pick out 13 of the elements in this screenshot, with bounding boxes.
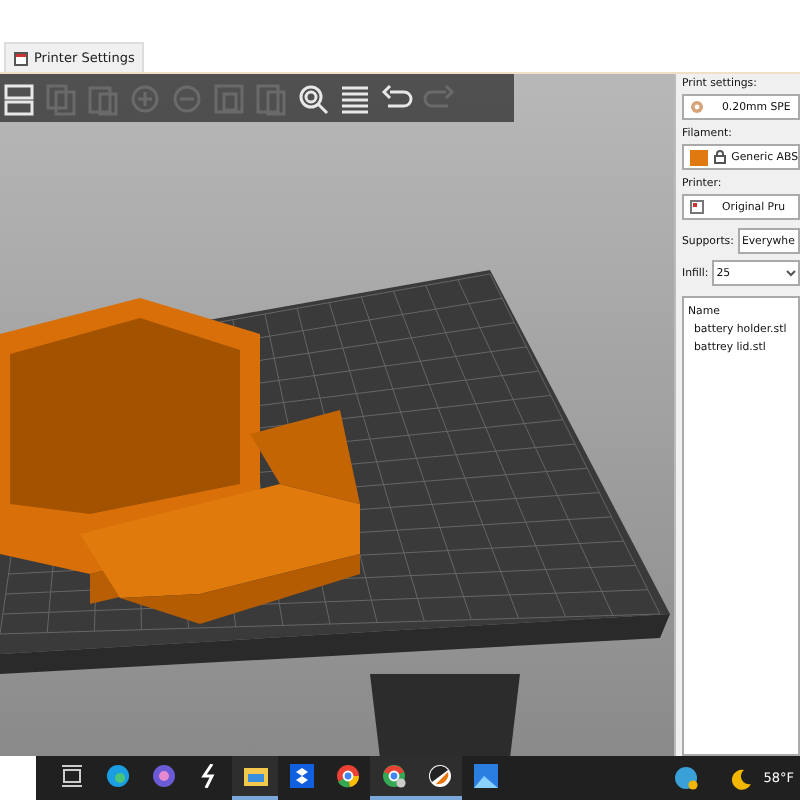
arrange-icon[interactable] [2,81,36,115]
moon-icon [729,767,752,789]
folder-icon [243,764,267,788]
photos-icon [473,764,497,788]
chevron-icon [786,269,796,277]
task-view-icon [59,764,83,788]
lock-icon [713,150,726,164]
taskbar-app[interactable] [232,756,278,800]
zoom-icon[interactable] [296,81,330,115]
slicer-icon [427,764,451,788]
window-icon [14,51,28,65]
box-icon [289,764,313,788]
printer-icon [690,200,704,214]
